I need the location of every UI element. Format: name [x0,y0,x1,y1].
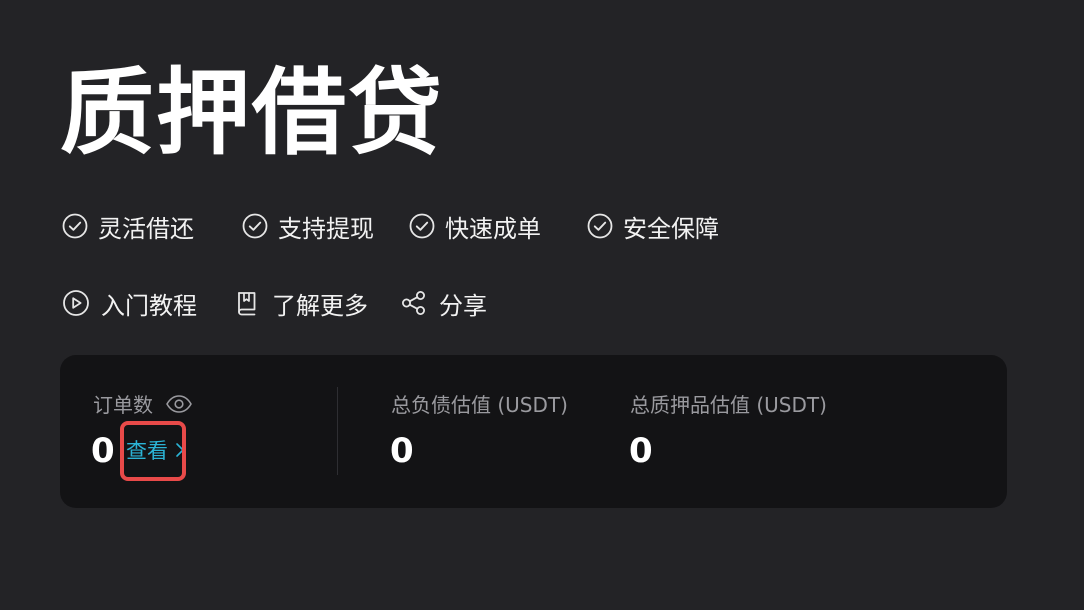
chevron-right-icon [176,443,184,457]
feature-fast-order: 快速成单 [409,208,587,244]
help-links: 入门教程 了解更多 分享 [62,285,487,321]
total-debt-label: 总负债估值 (USDT) [391,393,568,417]
view-orders-link[interactable]: 查看 [126,435,186,465]
view-orders-label: 查看 [126,439,168,463]
total-collateral-value: 0 [629,431,653,471]
feature-withdraw-support: 支持提现 [242,208,409,244]
total-debt-value: 0 [390,431,414,471]
learn-more-link-label: 了解更多 [272,291,368,320]
feature-label: 快速成单 [445,214,541,243]
play-circle-icon [63,290,89,316]
eye-icon [166,394,192,413]
tutorial-link[interactable]: 入门教程 [62,285,233,321]
stats-divider [337,387,338,475]
total-collateral-label: 总质押品估值 (USDT) [630,393,827,417]
check-circle-icon [409,213,435,239]
learn-more-link[interactable]: 了解更多 [233,285,400,321]
toggle-visibility-button[interactable] [165,393,193,415]
check-circle-icon [62,213,88,239]
feature-label: 支持提现 [278,214,374,243]
check-circle-icon [587,213,613,239]
share-link-label: 分享 [439,291,487,320]
orders-count: 0 [91,431,115,471]
share-icon [402,291,425,315]
orders-label: 订单数 [93,393,153,417]
book-icon [238,292,256,316]
feature-security: 安全保障 [587,208,719,244]
feature-flexible-borrow: 灵活借还 [62,208,242,244]
orders-stat-label: 订单数 [93,389,193,418]
tutorial-link-label: 入门教程 [101,291,197,320]
check-circle-icon [242,213,268,239]
stats-card: 订单数 0 查看 总负债估值 (USDT) 0 总质押品估值 (USDT) 0 [60,355,1007,508]
feature-label: 灵活借还 [98,214,194,243]
share-link[interactable]: 分享 [400,285,487,321]
page-title: 质押借贷 [60,59,445,168]
feature-label: 安全保障 [623,214,719,243]
feature-list: 灵活借还 支持提现 快速成单 安全保障 [62,208,719,244]
